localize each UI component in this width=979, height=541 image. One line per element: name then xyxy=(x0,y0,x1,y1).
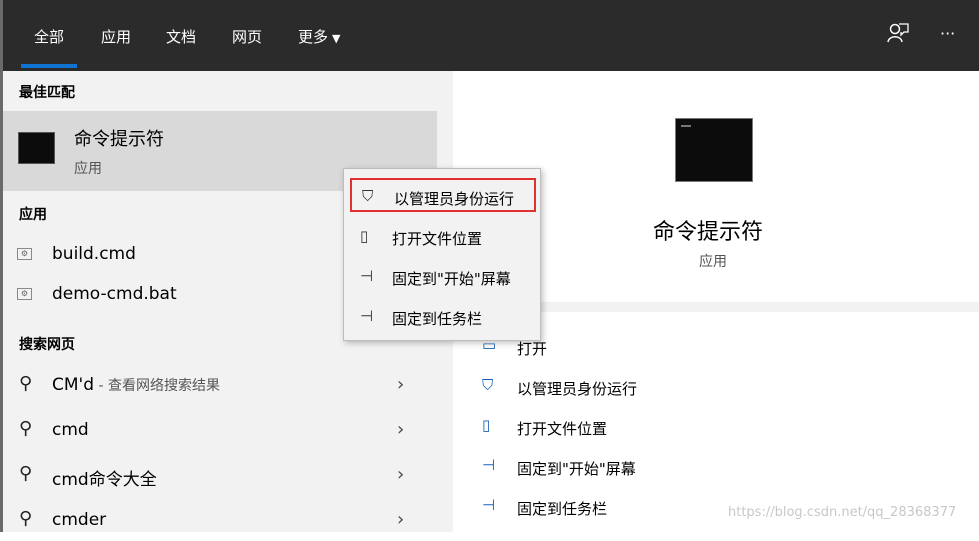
ellipsis-icon[interactable]: ··· xyxy=(940,24,955,43)
context-label: 固定到任务栏 xyxy=(392,310,483,328)
best-match-title: 命令提示符 xyxy=(74,129,164,150)
chevron-down-icon: ▼ xyxy=(332,32,341,45)
chevron-right-icon: › xyxy=(397,464,405,485)
chevron-right-icon: › xyxy=(397,419,405,440)
context-run-as-admin[interactable]: ⛉ 以管理员身份运行 xyxy=(350,178,536,212)
preview-title: 命令提示符 xyxy=(653,220,764,245)
cmd-file-icon: ⚙ xyxy=(17,248,32,260)
context-open-file-location[interactable]: ▯ 打开文件位置 xyxy=(350,220,536,254)
search-icon: ⚲ xyxy=(19,373,33,394)
action-label: 固定到"开始"屏幕 xyxy=(517,460,636,478)
context-pin-start[interactable]: ⊣ 固定到"开始"屏幕 xyxy=(350,260,536,294)
tab-documents[interactable]: 文档 xyxy=(166,27,196,47)
context-label: 固定到"开始"屏幕 xyxy=(392,270,511,288)
list-item[interactable]: ⚲ CM'd - 查看网络搜索结果 › xyxy=(3,366,437,406)
web-query-suffix: - 查看网络搜索结果 xyxy=(94,378,220,394)
action-label: 以管理员身份运行 xyxy=(517,380,638,398)
search-icon: ⚲ xyxy=(19,418,33,439)
shield-icon: ⛉ xyxy=(362,187,374,205)
pin-icon: ⊣ xyxy=(482,496,496,514)
watermark: https://blog.csdn.net/qq_28368377 xyxy=(728,505,957,520)
best-match-subtitle: 应用 xyxy=(74,161,102,177)
shield-icon: ⛉ xyxy=(482,376,494,394)
action-label: 固定到任务栏 xyxy=(517,500,608,518)
web-query: CM'd xyxy=(52,375,95,395)
section-web: 搜索网页 xyxy=(19,337,75,353)
bat-file-icon: ⚙ xyxy=(17,288,32,300)
list-item[interactable]: ⚲ cmd命令大全 › xyxy=(3,456,437,496)
search-icon: ⚲ xyxy=(19,463,33,484)
context-label: 以管理员身份运行 xyxy=(394,190,515,208)
tab-apps[interactable]: 应用 xyxy=(101,27,131,47)
chevron-right-icon: › xyxy=(397,374,405,395)
list-item[interactable]: ⚲ cmder › xyxy=(3,501,437,541)
top-bar: 全部 应用 文档 网页 更多 ▼ ··· xyxy=(0,0,979,71)
feedback-person-icon[interactable] xyxy=(887,22,909,51)
tab-web[interactable]: 网页 xyxy=(232,27,262,47)
pin-icon: ⊣ xyxy=(360,267,374,285)
file-location-icon: ▯ xyxy=(482,416,491,434)
chevron-right-icon: › xyxy=(397,509,405,530)
section-apps: 应用 xyxy=(19,207,47,223)
action-label: 打开 xyxy=(517,340,548,358)
tab-all[interactable]: 全部 xyxy=(20,27,78,68)
tab-more[interactable]: 更多 ▼ xyxy=(298,27,340,49)
web-result-label: CM'd - 查看网络搜索结果 xyxy=(52,375,220,395)
web-result-label: cmd命令大全 xyxy=(52,470,157,490)
web-result-label: cmd xyxy=(52,420,89,440)
cmd-app-large-icon xyxy=(675,118,753,182)
action-label: 打开文件位置 xyxy=(517,420,608,438)
tab-more-label: 更多 xyxy=(298,28,329,46)
web-result-label: cmder xyxy=(52,510,107,530)
preview-subtitle: 应用 xyxy=(699,254,727,270)
search-icon: ⚲ xyxy=(19,508,33,529)
file-location-icon: ▯ xyxy=(360,227,369,245)
app-result-label: demo-cmd.bat xyxy=(52,284,177,304)
section-best-match: 最佳匹配 xyxy=(19,85,75,101)
list-item[interactable]: ⚲ cmd › xyxy=(3,411,437,451)
app-result-label: build.cmd xyxy=(52,244,136,264)
cmd-app-icon xyxy=(18,132,55,164)
pin-icon: ⊣ xyxy=(360,307,374,325)
context-label: 打开文件位置 xyxy=(392,230,483,248)
pin-icon: ⊣ xyxy=(482,456,496,474)
context-menu: ⛉ 以管理员身份运行 ▯ 打开文件位置 ⊣ 固定到"开始"屏幕 ⊣ 固定到任务栏 xyxy=(343,168,541,341)
context-pin-taskbar[interactable]: ⊣ 固定到任务栏 xyxy=(350,300,536,334)
